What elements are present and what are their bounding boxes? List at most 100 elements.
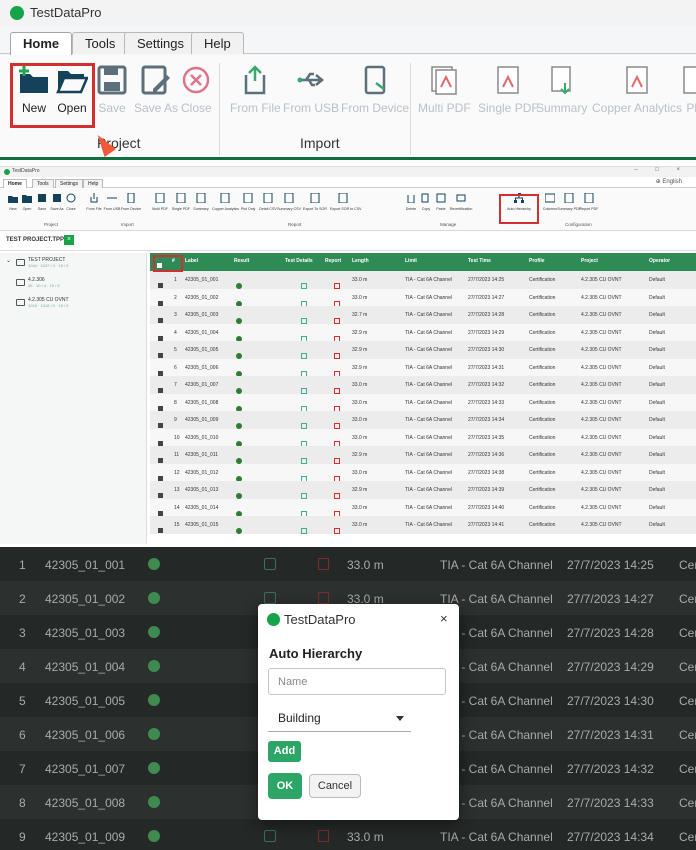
table-row[interactable]: 5 42305_01_005 32.9 m TIA - Cat 6A Channel 2…	[150, 341, 696, 359]
table-row[interactable]: 11 42305_01_011 32.9 m TIA - Cat 6A Channel…	[150, 446, 696, 464]
table-row[interactable]: 15 42305_01_015 33.0 m TIA - Cat 6A Channel…	[150, 516, 696, 534]
col-length[interactable]: Length	[352, 258, 369, 264]
tree-item[interactable]: 4.2.305 CU OVNT 1018 · 1018 / 0 · 15 / 5	[28, 297, 69, 308]
table-row[interactable]: 13 42305_01_013 32.9 m TIA - Cat 6A Channel…	[150, 481, 696, 499]
cell-number: 5	[174, 347, 177, 353]
table-row[interactable]: 7 42305_01_007 33.0 m TIA - Cat 6A Channel 2…	[150, 376, 696, 394]
col-result[interactable]: Result	[234, 258, 249, 264]
tab-home[interactable]: Home	[10, 32, 73, 55]
cell-limit: TIA - Cat 6A Channel	[405, 382, 452, 388]
table-row[interactable]: 6 42305_01_006 32.9 m TIA - Cat 6A Channel 2…	[150, 358, 696, 377]
col-label[interactable]: Label	[185, 258, 198, 264]
col-test-time[interactable]: Test Time	[468, 258, 491, 264]
report-pdf-icon[interactable]	[318, 592, 329, 604]
col-test-details[interactable]: Test Details	[285, 258, 313, 264]
chevron-down-icon[interactable]: ⌄	[6, 257, 11, 264]
tab-settings-small[interactable]: Settings	[55, 179, 84, 188]
cell-project: 4.2.305 CU OVNT	[581, 434, 622, 441]
col-project[interactable]: Project	[581, 258, 598, 264]
tab-tools[interactable]: Tools	[72, 32, 129, 54]
save-button[interactable]: Save	[97, 65, 127, 115]
table-row[interactable]: 1 42305_01_001 33.0 m TIA - Cat 6A Channel 2…	[150, 271, 696, 289]
table-row[interactable]: 4 42305_01_004 32.9 m TIA - Cat 6A Channel 2…	[150, 323, 696, 342]
close-button[interactable]: Close	[181, 65, 212, 115]
from-file-button[interactable]: From File	[230, 65, 281, 115]
export-sor-button-small[interactable]: Export To SOR	[302, 193, 328, 211]
from-usb-button[interactable]: From USB	[283, 65, 339, 115]
export-sor-csv-button-small[interactable]: Export SOR to CSV	[330, 193, 362, 211]
tree-item[interactable]: 4.2.306 26 · 10 / 4 · 15 / 5	[28, 277, 60, 288]
cell-profile: Certification	[529, 522, 556, 528]
cell-profile: Certification	[529, 434, 556, 441]
save-as-button[interactable]: Save As	[134, 65, 178, 115]
pass-check-icon	[148, 660, 160, 672]
table-row[interactable]: 1 42305_01_001 33.0 m TIA - Cat 6A Channel 2…	[0, 547, 696, 581]
close-tab-icon[interactable]: ×	[64, 235, 74, 245]
summary-button-small[interactable]: Summary	[188, 193, 214, 211]
table-row[interactable]: 2 42305_01_002 33.0 m TIA - Cat 6A Channel 2…	[150, 288, 696, 307]
single-pdf-button[interactable]: Single PDF	[478, 65, 539, 115]
cell-number: 6	[19, 728, 26, 742]
add-button[interactable]: Add	[268, 741, 301, 762]
report-pdf-icon[interactable]	[318, 558, 329, 570]
cell-label: 42305_01_007	[185, 382, 219, 388]
report-pdf-button-small[interactable]: Report PDF	[576, 193, 602, 211]
cell-length: 32.9 m	[352, 487, 368, 493]
tab-help-small[interactable]: Help	[83, 179, 104, 188]
col-operator[interactable]: Operator	[649, 258, 670, 264]
tab-settings[interactable]: Settings	[124, 32, 197, 54]
cell-number: 10	[174, 434, 180, 441]
name-input[interactable]	[268, 668, 446, 695]
summary-csv-button-small[interactable]: Summary CSV	[276, 193, 302, 211]
copper-analytics-button[interactable]: Copper Analytics	[592, 65, 682, 115]
multi-pdf-button[interactable]: Multi PDF	[418, 65, 471, 115]
cell-length: 33.0 m	[352, 469, 368, 476]
tab-home-small[interactable]: Home	[3, 179, 27, 188]
ok-button[interactable]: OK	[268, 773, 302, 799]
table-row[interactable]: 14 42305_01_014 33.0 m TIA - Cat 6A Channel…	[150, 498, 696, 517]
test-details-icon[interactable]	[264, 830, 276, 842]
col-report[interactable]: Report	[325, 258, 341, 264]
recertification-button-small[interactable]: Recertification	[448, 193, 474, 211]
cancel-button[interactable]: Cancel	[309, 774, 361, 798]
plot-button[interactable]: Plo	[680, 65, 696, 115]
test-details-icon[interactable]	[264, 558, 276, 570]
col-limit[interactable]: Limit	[405, 258, 417, 264]
language-selector[interactable]: ⊕ English	[656, 178, 682, 185]
cell-project: 4.2.305 CU OVNT	[581, 347, 622, 353]
cell-length: 32.9 m	[352, 329, 368, 336]
table-row[interactable]: 8 42305_01_008 33.0 m TIA - Cat 6A Channel 2…	[150, 393, 696, 412]
tab-help[interactable]: Help	[191, 32, 244, 54]
paste-icon	[436, 193, 446, 203]
report-pdf-icon[interactable]	[318, 830, 329, 842]
summary-button[interactable]: Summary	[536, 65, 587, 115]
cell-length: 33.0 m	[352, 382, 368, 388]
cell-profile: Certification	[529, 504, 556, 511]
table-row[interactable]: 12 42305_01_012 33.0 m TIA - Cat 6A Channel…	[150, 463, 696, 482]
cell-project: 4.2.305 CU OVNT	[581, 469, 622, 476]
table-row[interactable]: 9 42305_01_009 33.0 m TIA - Cat 6A Channel 2…	[0, 819, 696, 850]
close-icon[interactable]: ×	[440, 611, 448, 626]
cell-label: 42305_01_009	[45, 830, 126, 844]
col-profile[interactable]: Profile	[529, 258, 545, 264]
cell-operator: Default	[649, 504, 665, 511]
from-device-button-small[interactable]: From Device	[118, 193, 144, 211]
tree-root[interactable]: TEST PROJECT 1044 · 1037 / 4 · 15 / 5	[28, 257, 68, 268]
cell-test-time: 27/7/2023 14:39	[468, 487, 505, 493]
cell-operator: Default	[649, 294, 665, 301]
tab-tools-small[interactable]: Tools	[32, 179, 54, 188]
cell-profile: Certification	[529, 417, 556, 423]
cell-length: 33.0 m	[352, 277, 368, 283]
cell-test-time: 27/7/2023 14:36	[468, 452, 505, 458]
cell-test-time: 27/7/2023 14:25	[468, 277, 505, 283]
table-row[interactable]: 3 42305_01_003 32.7 m TIA - Cat 6A Channel 2…	[150, 306, 696, 324]
table-row[interactable]: 10 42305_01_010 33.0 m TIA - Cat 6A Channel…	[150, 428, 696, 447]
report-pdf-icon	[584, 193, 594, 203]
from-device-button[interactable]: From Device	[341, 65, 409, 115]
cell-project: 4.2.305 CU OVNT	[581, 452, 622, 458]
test-details-icon[interactable]	[264, 592, 276, 604]
table-row[interactable]: 9 42305_01_009 33.0 m TIA - Cat 6A Channel 2…	[150, 411, 696, 429]
window-controls[interactable]: – □ ×	[634, 167, 688, 173]
level-select[interactable]: Building	[268, 704, 411, 732]
project-tab[interactable]: TEST PROJECT.TPP	[6, 237, 64, 243]
